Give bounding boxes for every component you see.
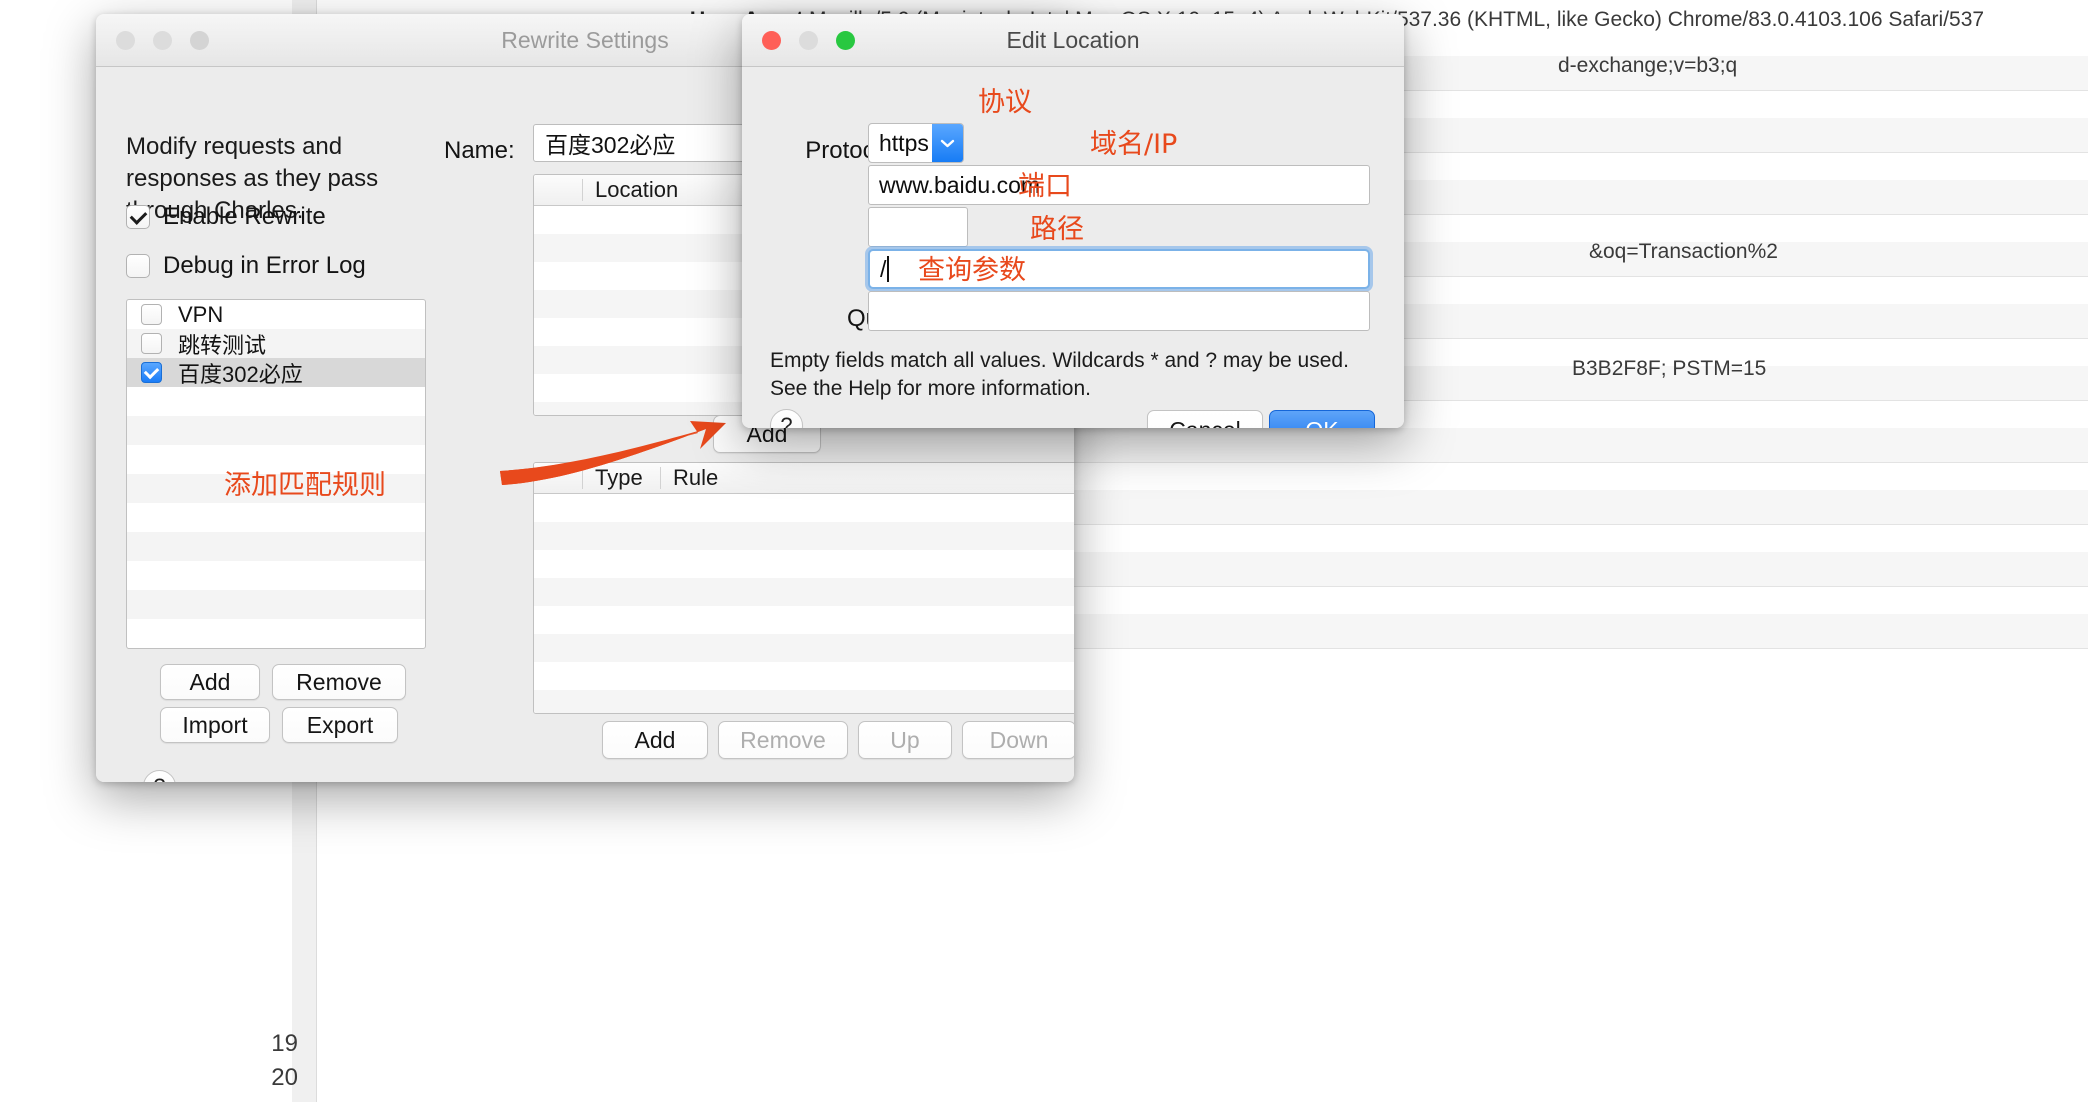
list-empty-row — [127, 416, 425, 445]
chevron-down-icon[interactable] — [932, 124, 963, 162]
remove-rule-button[interactable]: Remove — [718, 721, 848, 759]
annotation-path: 路径 — [1030, 214, 1084, 245]
column-header-check[interactable] — [534, 179, 582, 201]
annotation-port: 端口 — [1018, 171, 1072, 202]
cancel-button[interactable]: Cancel — [1147, 410, 1263, 428]
annotation-host: 域名/IP — [1090, 129, 1178, 160]
rule-table[interactable]: Type Rule — [533, 462, 1074, 714]
line-number: 19 — [271, 1030, 298, 1057]
edit-location-note: Empty fields match all values. Wildcards… — [770, 349, 1349, 400]
table-row[interactable] — [534, 690, 1074, 713]
rule-set-checkbox[interactable] — [141, 333, 162, 354]
add-rule-button[interactable]: Add — [602, 721, 708, 759]
export-button[interactable]: Export — [282, 707, 398, 743]
move-rule-up-button[interactable]: Up — [858, 721, 952, 759]
list-item[interactable]: VPN — [127, 300, 425, 329]
path-value: / — [880, 255, 887, 282]
list-item-selected[interactable]: 百度302必应 — [127, 358, 425, 387]
bg-line-2: d-exchange;v=b3;q — [1558, 54, 1738, 77]
bg-line-3: &oq=Transaction%2 — [1589, 240, 1778, 263]
rule-set-checkbox[interactable] — [141, 304, 162, 325]
port-input[interactable] — [868, 207, 968, 247]
debug-error-log-label: Debug in Error Log — [163, 252, 366, 279]
annotation-arrow-icon — [500, 421, 726, 485]
list-empty-row — [127, 532, 425, 561]
edit-location-title: Edit Location — [1006, 27, 1140, 53]
rule-set-checkbox[interactable] — [141, 362, 162, 383]
import-button[interactable]: Import — [160, 707, 270, 743]
enable-rewrite-checkbox-row[interactable]: Enable Rewrite — [126, 203, 326, 231]
name-label: Name: — [444, 137, 515, 164]
annotation-query: 查询参数 — [918, 255, 1026, 286]
move-rule-down-button[interactable]: Down — [962, 721, 1074, 759]
protocol-select[interactable]: https — [868, 123, 964, 163]
enable-rewrite-checkbox[interactable] — [126, 205, 150, 229]
bg-line-4: B3B2F8F; PSTM=15 — [1572, 357, 1767, 380]
rule-set-label: VPN — [178, 301, 224, 327]
annotation-add-rule: 添加匹配规则 — [224, 470, 386, 501]
rule-set-label: 百度302必应 — [178, 361, 303, 387]
table-row[interactable] — [534, 578, 1074, 606]
annotation-protocol: 协议 — [978, 87, 1032, 118]
list-empty-row — [127, 503, 425, 532]
ok-button[interactable]: OK — [1269, 410, 1375, 428]
table-row[interactable] — [534, 550, 1074, 578]
help-icon[interactable]: ? — [770, 409, 803, 428]
list-empty-row — [127, 561, 425, 590]
table-row[interactable] — [534, 634, 1074, 662]
edit-location-body: Protocol: https Host: www.baidu.com Port… — [742, 67, 1404, 428]
table-row[interactable] — [534, 522, 1074, 550]
host-input[interactable]: www.baidu.com — [868, 165, 1370, 205]
remove-rule-set-button[interactable]: Remove — [272, 664, 406, 700]
list-empty-row — [127, 387, 425, 416]
debug-error-log-checkbox-row[interactable]: Debug in Error Log — [126, 252, 366, 280]
text-caret — [887, 256, 890, 282]
protocol-value: https — [879, 129, 929, 156]
query-input[interactable] — [868, 291, 1370, 331]
debug-error-log-checkbox[interactable] — [126, 254, 150, 278]
help-icon[interactable]: ? — [143, 770, 176, 782]
line-number: 20 — [271, 1064, 298, 1091]
table-row[interactable] — [534, 662, 1074, 690]
add-rule-set-button[interactable]: Add — [160, 664, 260, 700]
edit-location-titlebar: Edit Location — [742, 14, 1404, 67]
table-row[interactable] — [534, 494, 1074, 522]
rule-set-label: 跳转测试 — [178, 332, 267, 358]
list-item[interactable]: 跳转测试 — [127, 329, 425, 358]
enable-rewrite-label: Enable Rewrite — [163, 203, 326, 230]
list-empty-row — [127, 590, 425, 619]
column-header-location[interactable]: Location — [582, 179, 678, 201]
table-row[interactable] — [534, 606, 1074, 634]
list-empty-row — [127, 619, 425, 648]
